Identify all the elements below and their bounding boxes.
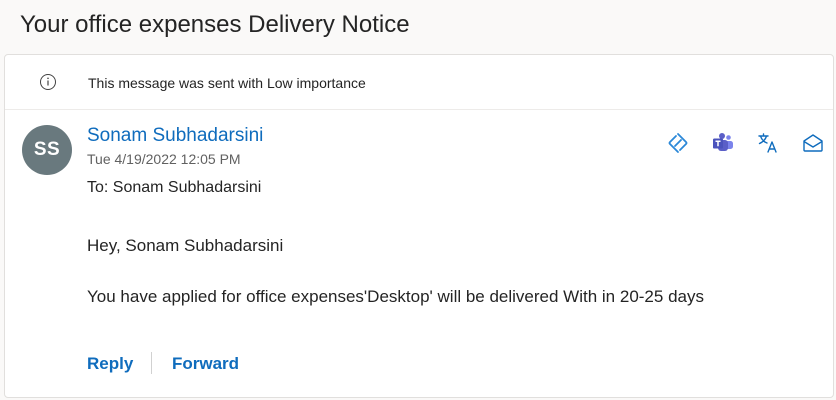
loop-icon[interactable] bbox=[666, 131, 690, 155]
importance-banner: This message was sent with Low importanc… bbox=[5, 55, 833, 110]
forward-button[interactable]: Forward bbox=[172, 352, 239, 376]
reply-button[interactable]: Reply bbox=[87, 352, 133, 376]
sent-timestamp: Tue 4/19/2022 12:05 PM bbox=[87, 151, 241, 167]
message-card: This message was sent with Low importanc… bbox=[4, 54, 834, 398]
reading-pane: Your office expenses Delivery Notice Thi… bbox=[0, 0, 836, 400]
info-icon bbox=[40, 74, 56, 90]
mark-unread-icon[interactable] bbox=[801, 131, 825, 155]
importance-text: This message was sent with Low importanc… bbox=[88, 75, 366, 91]
email-subject: Your office expenses Delivery Notice bbox=[20, 11, 410, 38]
recipient-line: To: Sonam Subhadarsini bbox=[87, 179, 262, 196]
email-greeting: Hey, Sonam Subhadarsini bbox=[87, 236, 284, 255]
action-divider bbox=[151, 352, 152, 374]
sender-avatar[interactable]: SS bbox=[22, 125, 72, 175]
teams-icon[interactable] bbox=[711, 131, 735, 155]
translate-icon[interactable] bbox=[756, 131, 780, 155]
email-body-text: You have applied for office expenses'Des… bbox=[87, 287, 704, 306]
sender-name[interactable]: Sonam Subhadarsini bbox=[87, 123, 263, 149]
